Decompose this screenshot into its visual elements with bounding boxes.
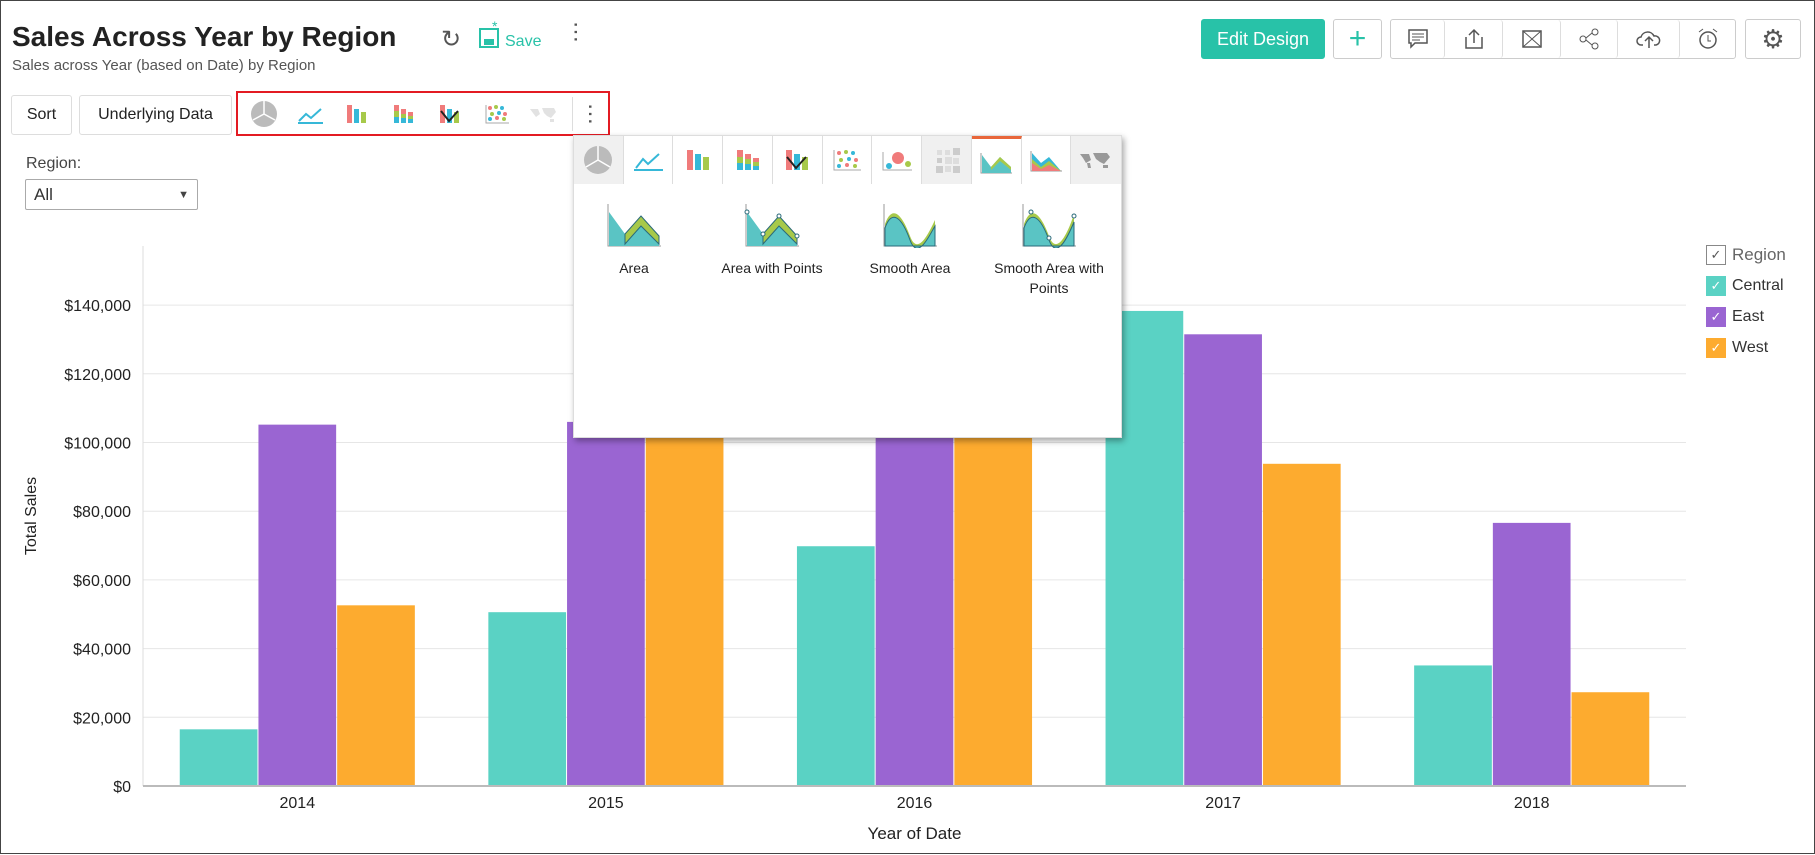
tab-map-icon[interactable] xyxy=(1071,136,1122,184)
legend-label: West xyxy=(1732,338,1769,356)
option-area[interactable]: Area xyxy=(564,204,704,278)
legend-item-east[interactable]: ✓ East xyxy=(1706,301,1786,332)
legend-label: Central xyxy=(1732,276,1784,294)
chart-type-popup: Area Area with Points Smooth Area Smooth… xyxy=(573,135,1122,438)
tab-bubble-icon[interactable] xyxy=(872,136,923,184)
tab-pie-icon[interactable] xyxy=(574,136,624,184)
x-tick-label: 2018 xyxy=(1514,795,1550,812)
smooth-area-icon xyxy=(883,204,937,248)
bar-west-2017 xyxy=(1262,463,1341,786)
checkbox-icon: ✓ xyxy=(1706,244,1726,265)
y-axis-title: Total Sales xyxy=(23,477,40,555)
x-tick-label: 2014 xyxy=(280,795,316,812)
bar-east-2017 xyxy=(1184,334,1262,786)
x-tick-label: 2015 xyxy=(588,795,624,812)
legend-label: East xyxy=(1732,307,1765,325)
x-tick-label: 2016 xyxy=(897,795,933,812)
legend-title-label: Region xyxy=(1732,244,1786,264)
bar-central-2018 xyxy=(1414,665,1492,786)
y-tick-label: $140,000 xyxy=(64,298,131,315)
tab-stacked-area-icon[interactable] xyxy=(1021,136,1072,184)
bar-east-2015 xyxy=(567,421,645,786)
bar-east-2016 xyxy=(875,394,954,786)
option-smooth-area-with-points[interactable]: Smooth Area with Points xyxy=(979,204,1119,298)
bar-east-2014 xyxy=(258,424,337,786)
y-tick-label: $80,000 xyxy=(73,504,131,521)
legend-title[interactable]: ✓ Region xyxy=(1706,239,1786,270)
legend-item-central[interactable]: ✓ Central xyxy=(1706,270,1786,301)
y-tick-label: $100,000 xyxy=(64,436,131,453)
bar-west-2018 xyxy=(1571,692,1650,786)
bar-west-2014 xyxy=(337,605,415,786)
tab-area-icon[interactable] xyxy=(971,136,1022,184)
tab-scatter-icon[interactable] xyxy=(822,136,873,184)
chart-type-tabs xyxy=(574,136,1122,184)
smooth-area-with-points-icon xyxy=(1022,204,1077,248)
legend: ✓ Region ✓ Central ✓ East ✓ West xyxy=(1706,239,1786,363)
bar-central-2015 xyxy=(488,612,567,786)
y-tick-label: $40,000 xyxy=(73,642,131,659)
option-label: Points xyxy=(1029,280,1069,296)
y-tick-label: $20,000 xyxy=(73,710,131,727)
y-tick-label: $120,000 xyxy=(64,367,131,384)
checkbox-icon: ✓ xyxy=(1706,337,1726,358)
tab-heatmap-icon[interactable] xyxy=(922,136,972,184)
option-label: Area with Points xyxy=(721,260,823,276)
tab-stacked-bar-icon[interactable] xyxy=(723,136,773,184)
tab-line-icon[interactable] xyxy=(623,136,674,184)
x-axis-title: Year of Date xyxy=(868,824,962,843)
checkbox-icon: ✓ xyxy=(1706,306,1726,327)
option-label: Smooth Area with xyxy=(994,260,1104,276)
tab-combo-icon[interactable] xyxy=(772,136,823,184)
option-label: Smooth Area xyxy=(869,260,951,276)
option-area-with-points[interactable]: Area with Points xyxy=(702,204,842,278)
option-label: Area xyxy=(619,260,649,276)
bar-central-2016 xyxy=(796,546,875,786)
y-tick-label: $0 xyxy=(113,779,131,796)
bar-east-2018 xyxy=(1492,522,1571,786)
bar-west-2015 xyxy=(645,408,724,786)
y-tick-label: $60,000 xyxy=(73,573,131,590)
bar-central-2014 xyxy=(179,729,258,786)
area-chart-icon xyxy=(607,204,661,247)
x-tick-label: 2017 xyxy=(1205,795,1241,812)
area-with-points-icon xyxy=(744,204,800,247)
option-smooth-area[interactable]: Smooth Area xyxy=(840,204,980,278)
tab-bar-icon[interactable] xyxy=(673,136,724,184)
checkbox-icon: ✓ xyxy=(1706,275,1726,296)
legend-item-west[interactable]: ✓ West xyxy=(1706,332,1786,363)
